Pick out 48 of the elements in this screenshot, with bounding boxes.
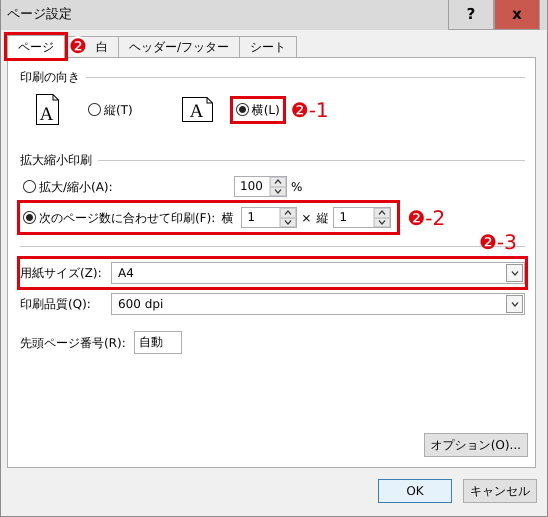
options-button[interactable]: オプション(O)... <box>424 433 528 457</box>
dialog-button[interactable]: OK <box>378 479 452 503</box>
chevron-down-icon <box>274 188 282 194</box>
chevron-down-icon <box>510 270 518 276</box>
field-label: 用紙サイズ(Z): <box>20 265 103 282</box>
percent-sign: % <box>291 178 302 196</box>
radio-label: 拡大/縮小(A): <box>39 178 113 196</box>
tab[interactable]: シート <box>239 36 298 57</box>
close-button[interactable]: x <box>494 0 540 30</box>
section-heading: 印刷の向き <box>20 69 80 86</box>
radio-label: 次のページ数に合わせて印刷(F): <box>39 210 216 226</box>
tab[interactable]: ページ <box>7 35 65 58</box>
annotation-marker: ❷-2 <box>407 208 446 228</box>
chevron-up-icon <box>378 210 386 216</box>
radio-label: 横(L) <box>252 102 280 118</box>
chevron-up-icon <box>274 179 282 184</box>
spin-up-button[interactable] <box>280 208 296 218</box>
field-label: 先頭ページ番号(R): <box>20 334 126 352</box>
times-sign: × <box>301 210 312 226</box>
spin-field[interactable]: 1 <box>333 207 392 228</box>
print-quality-dropdown[interactable]: 600 dpi <box>111 293 525 315</box>
spin-field[interactable]: 1 <box>241 207 298 228</box>
radio-button[interactable] <box>88 103 101 116</box>
section-heading: 拡大縮小印刷 <box>20 152 92 169</box>
radio-label: 縦(T) <box>104 102 133 118</box>
chevron-down-icon <box>510 302 518 306</box>
chevron-down-icon <box>378 220 386 225</box>
dropdown-button[interactable] <box>506 264 523 282</box>
radio-button[interactable] <box>23 211 36 224</box>
highlight-frame <box>4 32 68 61</box>
spin-up-button[interactable] <box>270 177 286 186</box>
paper-size-dropdown[interactable]: A4 <box>111 262 525 284</box>
chevron-up-icon <box>284 210 292 216</box>
radio-button[interactable] <box>23 180 36 193</box>
spin-up-button[interactable] <box>374 208 390 218</box>
annotation-marker: ❷-1 <box>290 100 329 120</box>
highlight-frame <box>230 96 286 124</box>
fit-tall-label: 縦 <box>316 210 328 226</box>
spin-field[interactable]: 100 <box>234 176 287 197</box>
radio-button[interactable] <box>236 103 249 116</box>
annotation-marker: ❷-3 <box>479 232 517 252</box>
chevron-down-icon <box>284 220 292 225</box>
dialog-button[interactable]: キャンセル <box>463 479 537 503</box>
window-title: ページ設定 <box>6 6 73 24</box>
first-page-number-field[interactable]: 自動 <box>134 331 182 354</box>
dropdown-button[interactable] <box>506 295 523 313</box>
field-label: 印刷品質(Q): <box>20 296 92 313</box>
fit-wide-label: 横 <box>221 210 234 226</box>
